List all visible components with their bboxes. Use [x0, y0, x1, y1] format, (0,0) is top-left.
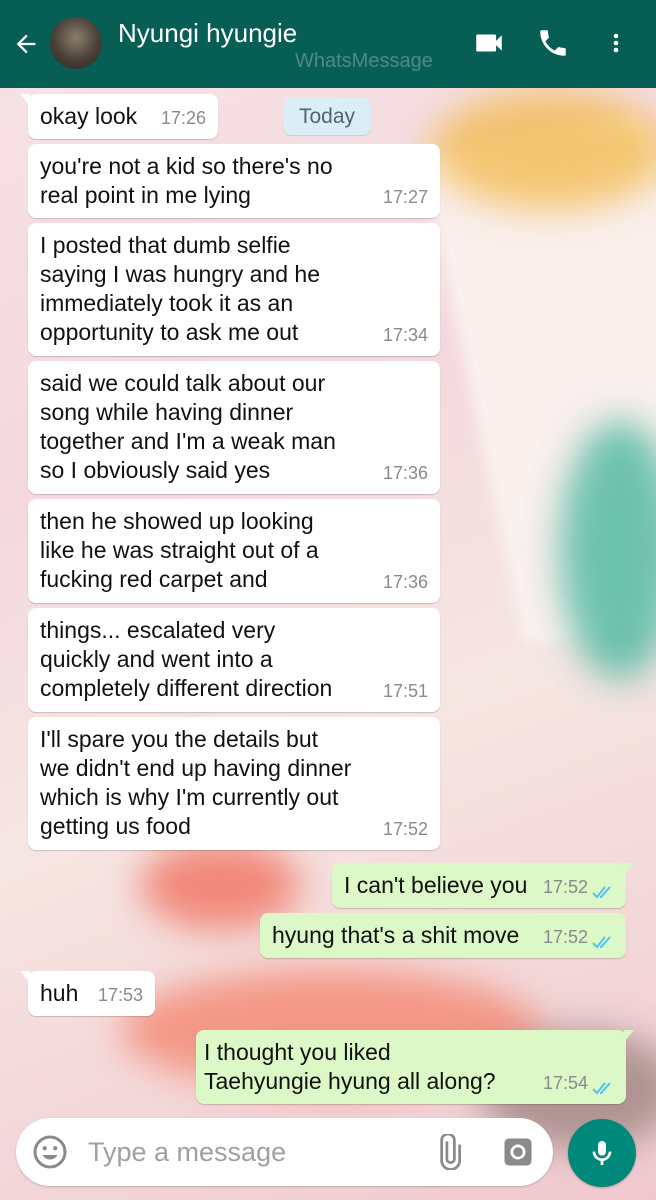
message-text: then he showed up looking like he was st… [40, 508, 319, 592]
message-text: okay look [40, 103, 138, 129]
wallpaper-paint [430, 90, 656, 210]
message-text: I'll spare you the details but we didn't… [40, 726, 352, 839]
chat-header: Nyungi hyungie WhatsMessage [0, 0, 656, 88]
message-incoming[interactable]: I'll spare you the details but we didn't… [28, 717, 440, 850]
more-vert-icon[interactable] [604, 26, 628, 60]
bubble-tail [624, 1030, 634, 1042]
message-composer[interactable]: Type a message [16, 1118, 553, 1186]
message-incoming[interactable]: huh 17:53 [20, 971, 155, 1016]
message-time: 17:26 [160, 108, 206, 128]
message-text: huh [40, 980, 79, 1006]
voice-record-button[interactable] [568, 1119, 636, 1187]
video-call-icon[interactable] [470, 26, 508, 60]
message-time: 17:36 [382, 463, 428, 483]
message-text: I can't believe you [344, 872, 528, 898]
read-receipt-icon [592, 936, 611, 949]
bubble-tail [20, 971, 30, 983]
message-incoming[interactable]: you're not a kid so there's no real poin… [28, 144, 440, 218]
message-text: I thought you liked Taehyungie hyung all… [204, 1039, 496, 1094]
message-text: said we could talk about our song while … [40, 370, 336, 483]
mic-icon [592, 1141, 612, 1165]
read-receipt-icon [592, 886, 611, 899]
message-outgoing[interactable]: I thought you liked Taehyungie hyung all… [196, 1030, 634, 1104]
message-time: 17:53 [97, 985, 143, 1005]
message-text: hyung that's a shit move [272, 922, 520, 948]
message-outgoing[interactable]: hyung that's a shit move 17:52 [260, 913, 626, 958]
message-incoming[interactable]: okay look 17:26 [20, 94, 218, 139]
bubble-tail [624, 863, 634, 875]
message-incoming[interactable]: then he showed up looking like he was st… [28, 499, 440, 603]
message-time: 17:51 [382, 681, 428, 701]
message-time: 17:52 [382, 819, 428, 839]
phone-icon[interactable] [536, 26, 570, 60]
message-text: you're not a kid so there's no real poin… [40, 153, 333, 208]
read-receipt-icon [592, 1082, 611, 1095]
message-time: 17:52 [542, 927, 588, 947]
message-time: 17:34 [382, 325, 428, 345]
camera-icon[interactable] [500, 1134, 536, 1170]
message-time: 17:54 [542, 1073, 588, 1093]
message-incoming[interactable]: said we could talk about our song while … [28, 361, 440, 494]
message-time: 17:52 [542, 877, 588, 897]
message-text: I posted that dumb selfie saying I was h… [40, 232, 321, 345]
message-time: 17:27 [382, 187, 428, 207]
watermark: WhatsMessage [295, 50, 433, 72]
message-text: things... escalated very quickly and wen… [40, 617, 333, 701]
emoji-icon[interactable] [32, 1134, 68, 1170]
avatar[interactable] [50, 17, 102, 69]
message-incoming[interactable]: I posted that dumb selfie saying I was h… [28, 223, 440, 356]
back-arrow-icon[interactable] [12, 28, 40, 60]
date-chip: Today [283, 98, 371, 135]
message-outgoing[interactable]: I can't believe you 17:52 [332, 863, 634, 908]
contact-name[interactable]: Nyungi hyungie [118, 18, 297, 49]
message-incoming[interactable]: things... escalated very quickly and wen… [28, 608, 440, 712]
bubble-tail [20, 94, 30, 106]
message-input[interactable]: Type a message [88, 1137, 286, 1168]
message-time: 17:36 [382, 572, 428, 592]
attach-icon[interactable] [430, 1134, 466, 1170]
